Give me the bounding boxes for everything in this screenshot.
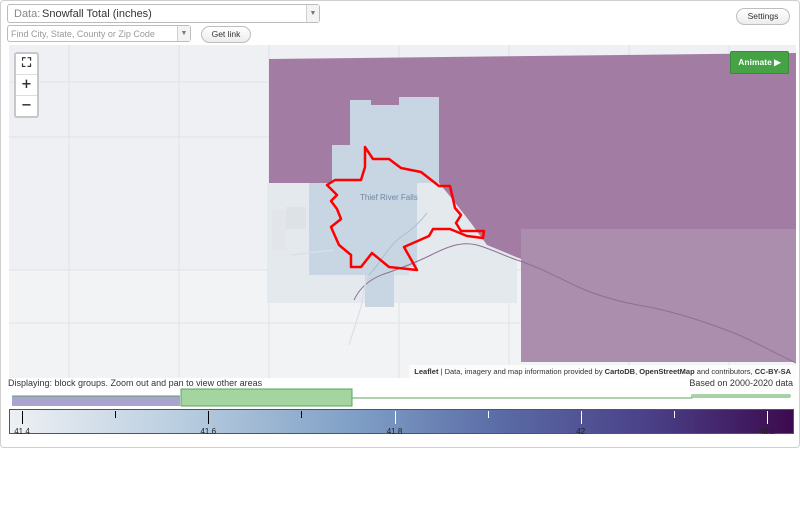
license-link[interactable]: CC-BY-SA bbox=[755, 367, 791, 376]
location-search[interactable]: ▼ bbox=[7, 25, 191, 42]
leaflet-link[interactable]: Leaflet bbox=[414, 367, 438, 376]
zoom-out-button[interactable]: − bbox=[16, 96, 37, 116]
legend-major-tick bbox=[767, 411, 768, 424]
settings-button[interactable]: Settings bbox=[736, 8, 790, 25]
legend-tick-label: 41.4 bbox=[14, 427, 30, 436]
map-view[interactable]: Thief River Falls ⛶ + − Animate ▶ Leafle… bbox=[9, 45, 796, 378]
attribution-tail: and contributors, bbox=[694, 367, 755, 376]
legend-major-tick bbox=[208, 411, 210, 424]
legend-tick-label: 42.2 bbox=[759, 427, 775, 436]
legend-minor-tick bbox=[487, 411, 489, 418]
color-legend: 41.4 41.6 41.8 42 42.2 bbox=[9, 409, 794, 436]
cartodb-link[interactable]: CartoDB bbox=[605, 367, 635, 376]
legend-major-tick bbox=[580, 411, 582, 424]
data-select-label: Data: bbox=[14, 8, 41, 20]
zoom-controls: ⛶ + − bbox=[14, 52, 39, 118]
animate-button[interactable]: Animate ▶ bbox=[730, 51, 789, 74]
map-attribution: Leaflet | Data, imagery and map informat… bbox=[409, 365, 796, 378]
legend-tick-label: 42 bbox=[576, 427, 586, 436]
legend-tick-label: 41.8 bbox=[386, 427, 403, 436]
get-link-button[interactable]: Get link bbox=[201, 26, 251, 43]
location-search-input[interactable] bbox=[11, 27, 175, 40]
legend-major-tick bbox=[22, 411, 23, 424]
chevron-down-icon[interactable]: ▼ bbox=[306, 5, 319, 22]
osm-link[interactable]: OpenStreetMap bbox=[639, 367, 694, 376]
legend-tick-label: 41.6 bbox=[200, 427, 217, 436]
legend-minor-tick bbox=[301, 411, 303, 418]
map-canvas bbox=[9, 45, 796, 378]
legend-minor-tick bbox=[115, 411, 117, 418]
chevron-down-icon[interactable]: ▼ bbox=[177, 26, 190, 41]
legend-major-tick bbox=[394, 411, 396, 424]
distribution-histogram bbox=[12, 388, 791, 407]
zoom-in-button[interactable]: + bbox=[16, 75, 37, 96]
data-select-value: Snowfall Total (inches) bbox=[42, 8, 152, 20]
city-label: Thief River Falls bbox=[360, 193, 418, 202]
fit-bounds-icon[interactable]: ⛶ bbox=[16, 54, 37, 75]
attribution-text: | Data, imagery and map information prov… bbox=[438, 367, 605, 376]
data-select[interactable]: Data: Snowfall Total (inches) ▼ bbox=[7, 4, 320, 23]
legend-minor-tick bbox=[673, 411, 675, 418]
